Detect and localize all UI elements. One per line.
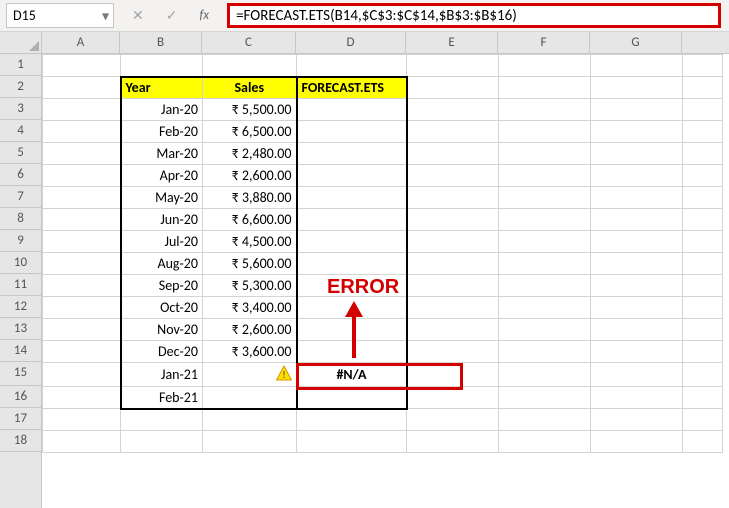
header-forecast[interactable]: FORECAST.ETS [297,77,407,99]
cell-sales-warning[interactable]: ! [203,363,297,387]
cell-error-value[interactable]: #N/A [297,363,407,387]
row-header[interactable]: 16 [0,386,41,408]
cell-year[interactable]: Mar-20 [121,143,203,165]
fx-icon[interactable]: fx [199,8,209,23]
cells-area[interactable]: Year Sales FORECAST.ETS Jan-20₹ 5,500.00… [42,54,729,508]
row-header[interactable]: 17 [0,408,41,430]
row-header[interactable]: 13 [0,318,41,340]
col-header-E[interactable]: E [406,32,498,53]
header-year[interactable]: Year [121,77,203,99]
warning-icon[interactable]: ! [276,365,292,381]
col-header-B[interactable]: B [120,32,202,53]
row-header[interactable]: 1 [0,54,41,76]
confirm-icon[interactable]: ✓ [166,7,178,24]
column-headers: A B C D E F G [0,32,729,54]
cell-year[interactable]: Jul-20 [121,231,203,253]
row-header[interactable]: 12 [0,296,41,318]
cell-year[interactable]: Feb-21 [121,387,203,409]
cell-sales[interactable]: ₹ 4,500.00 [203,231,297,253]
row-header[interactable]: 14 [0,340,41,362]
name-box[interactable]: ▾ [6,3,114,28]
cell-sales[interactable]: ₹ 5,600.00 [203,253,297,275]
col-header-G[interactable]: G [590,32,682,53]
cancel-icon[interactable]: ✕ [132,7,144,24]
name-box-input[interactable] [7,5,79,26]
cell-year[interactable]: Sep-20 [121,275,203,297]
cell-sales[interactable]: ₹ 5,500.00 [203,99,297,121]
cell-year[interactable]: Feb-20 [121,121,203,143]
svg-text:!: ! [282,368,285,381]
col-header-A[interactable]: A [42,32,120,53]
col-header-F[interactable]: F [498,32,590,53]
row-header[interactable]: 11 [0,274,41,296]
formula-bar-icons: ✕ ✓ fx [114,3,227,28]
cell-year[interactable]: Jun-20 [121,209,203,231]
cell-year[interactable]: Aug-20 [121,253,203,275]
cell-year[interactable]: Oct-20 [121,297,203,319]
cell-sales[interactable]: ₹ 6,500.00 [203,121,297,143]
cell-sales[interactable]: ₹ 3,400.00 [203,297,297,319]
row-header[interactable]: 10 [0,252,41,274]
cell-sales[interactable]: ₹ 6,600.00 [203,209,297,231]
error-value-text: #N/A [336,366,366,383]
row-header[interactable]: 6 [0,164,41,186]
row-header[interactable]: 5 [0,142,41,164]
cell-sales[interactable]: ₹ 2,600.00 [203,319,297,341]
cell-sales[interactable]: ₹ 5,300.00 [203,275,297,297]
row-header[interactable]: 15 [0,362,41,386]
cell-sales[interactable] [203,387,297,409]
cell-year[interactable]: Dec-20 [121,341,203,363]
row-header[interactable]: 3 [0,98,41,120]
header-sales[interactable]: Sales [203,77,297,99]
row-header[interactable]: 9 [0,230,41,252]
row-header[interactable]: 4 [0,120,41,142]
cell-year[interactable]: Nov-20 [121,319,203,341]
select-all-corner[interactable] [0,32,42,53]
cell-sales[interactable]: ₹ 3,880.00 [203,187,297,209]
formula-bar-row: ▾ ✕ ✓ fx =FORECAST.ETS(B14,$C$3:$C$14,$B… [0,0,729,32]
chevron-down-icon[interactable]: ▾ [102,7,109,24]
cell-year[interactable]: Apr-20 [121,165,203,187]
cell-year[interactable]: Jan-21 [121,363,203,387]
row-header[interactable]: 2 [0,76,41,98]
row-header[interactable]: 7 [0,186,41,208]
col-header-C[interactable]: C [202,32,296,53]
col-header-D[interactable]: D [296,32,406,53]
cell-year[interactable]: May-20 [121,187,203,209]
row-headers: 1 2 3 4 5 6 7 8 9 10 11 12 13 14 15 16 1… [0,54,42,508]
row-header[interactable]: 18 [0,430,41,452]
cell-year[interactable]: Jan-20 [121,99,203,121]
row-header[interactable]: 8 [0,208,41,230]
cell-sales[interactable]: ₹ 3,600.00 [203,341,297,363]
cell-sales[interactable]: ₹ 2,480.00 [203,143,297,165]
cell-sales[interactable]: ₹ 2,600.00 [203,165,297,187]
formula-bar[interactable]: =FORECAST.ETS(B14,$C$3:$C$14,$B$3:$B$16) [227,3,721,28]
formula-bar-value: =FORECAST.ETS(B14,$C$3:$C$14,$B$3:$B$16) [236,7,517,25]
